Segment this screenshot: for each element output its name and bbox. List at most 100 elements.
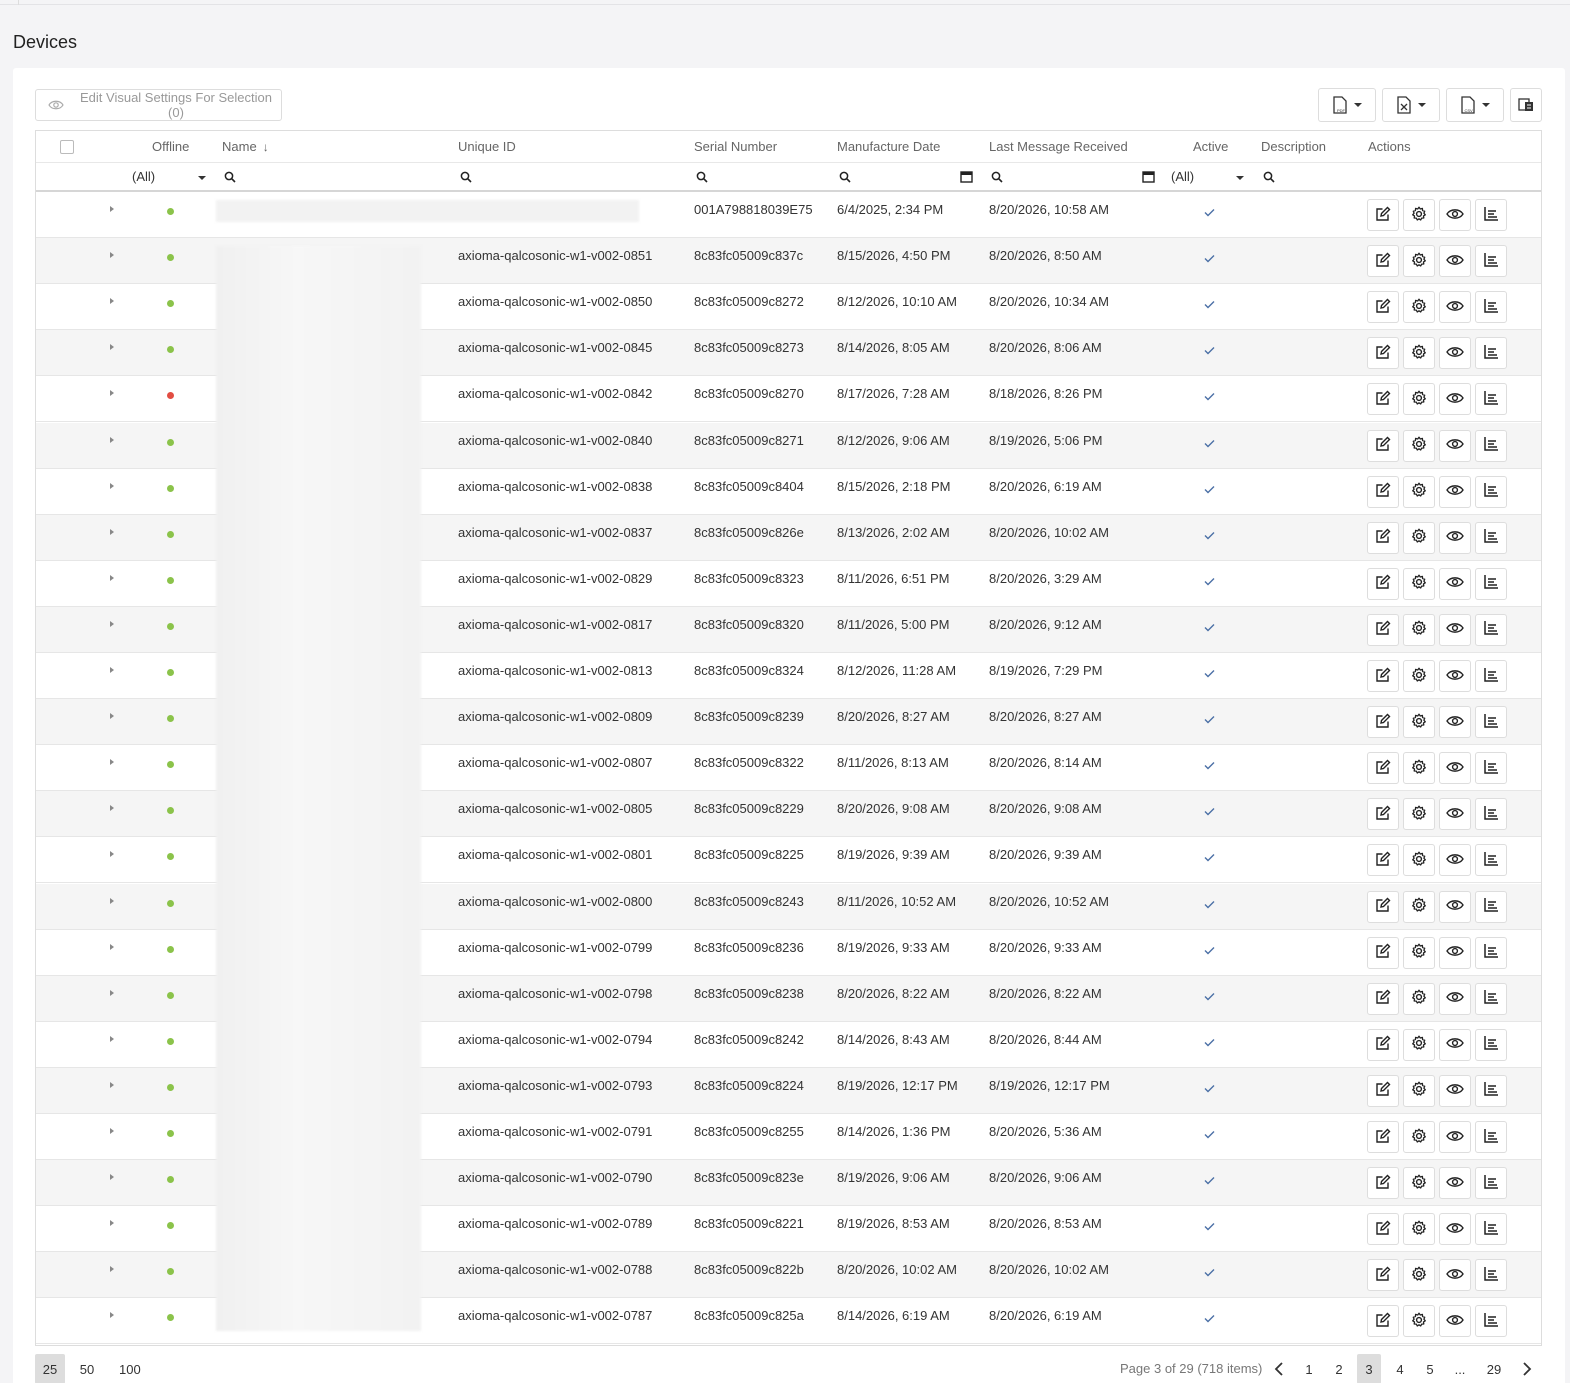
row-expand-toggle[interactable] <box>110 1160 114 1205</box>
chart-button[interactable] <box>1475 1121 1507 1153</box>
edit-button[interactable] <box>1367 613 1399 646</box>
chart-button[interactable] <box>1475 798 1507 831</box>
row-expand-toggle[interactable] <box>110 1068 114 1113</box>
page-size-100[interactable]: 100 <box>113 1354 147 1383</box>
view-button[interactable] <box>1439 475 1471 508</box>
settings-button[interactable] <box>1403 798 1435 831</box>
view-button[interactable] <box>1439 567 1471 600</box>
view-button[interactable] <box>1439 936 1471 969</box>
column-header-last-message[interactable]: Last Message Received <box>989 131 1128 162</box>
export-pdf-button[interactable]: PDF <box>1318 88 1376 122</box>
settings-button[interactable] <box>1403 1028 1435 1061</box>
chart-button[interactable] <box>1475 521 1507 554</box>
row-expand-toggle[interactable] <box>110 884 114 929</box>
view-button[interactable] <box>1439 706 1471 739</box>
manufacture-date-filter-search[interactable] <box>839 163 851 190</box>
chart-button[interactable] <box>1475 245 1507 278</box>
edit-button[interactable] <box>1367 936 1399 969</box>
column-header-description[interactable]: Description <box>1261 131 1326 162</box>
settings-button[interactable] <box>1403 567 1435 600</box>
row-expand-toggle[interactable] <box>110 1252 114 1297</box>
column-header-unique-id[interactable]: Unique ID <box>458 131 516 162</box>
edit-button[interactable] <box>1367 1121 1399 1153</box>
description-filter-search[interactable] <box>1263 163 1275 190</box>
settings-button[interactable] <box>1403 245 1435 278</box>
column-header-offline[interactable]: Offline <box>152 131 189 162</box>
view-button[interactable] <box>1439 1028 1471 1061</box>
chart-button[interactable] <box>1475 982 1507 1015</box>
column-header-active[interactable]: Active <box>1193 131 1228 162</box>
last-message-filter-search[interactable] <box>991 163 1003 190</box>
row-expand-toggle[interactable] <box>110 653 114 698</box>
settings-button[interactable] <box>1403 1167 1435 1200</box>
settings-button[interactable] <box>1403 199 1435 231</box>
row-expand-toggle[interactable] <box>110 330 114 375</box>
chart-button[interactable] <box>1475 567 1507 600</box>
chart-button[interactable] <box>1475 337 1507 370</box>
edit-button[interactable] <box>1367 798 1399 831</box>
chart-button[interactable] <box>1475 199 1507 231</box>
view-button[interactable] <box>1439 1121 1471 1153</box>
edit-button[interactable] <box>1367 890 1399 923</box>
row-expand-toggle[interactable] <box>110 1022 114 1067</box>
row-expand-toggle[interactable] <box>110 699 114 744</box>
edit-button[interactable] <box>1367 1074 1399 1107</box>
row-expand-toggle[interactable] <box>110 238 114 283</box>
view-button[interactable] <box>1439 1167 1471 1200</box>
settings-button[interactable] <box>1403 936 1435 969</box>
edit-button[interactable] <box>1367 521 1399 554</box>
chart-button[interactable] <box>1475 936 1507 969</box>
edit-button[interactable] <box>1367 383 1399 416</box>
export-csv-button[interactable]: CSV <box>1446 88 1504 122</box>
row-expand-toggle[interactable] <box>110 284 114 329</box>
row-expand-toggle[interactable] <box>110 192 114 237</box>
row-expand-toggle[interactable] <box>110 607 114 652</box>
page-size-50[interactable]: 50 <box>72 1354 102 1383</box>
row-expand-toggle[interactable] <box>110 1298 114 1343</box>
active-filter-select[interactable]: (All) <box>1171 163 1247 190</box>
edit-button[interactable] <box>1367 982 1399 1015</box>
column-chooser-button[interactable] <box>1510 88 1542 122</box>
view-button[interactable] <box>1439 291 1471 324</box>
view-button[interactable] <box>1439 1074 1471 1107</box>
edit-button[interactable] <box>1367 199 1399 231</box>
settings-button[interactable] <box>1403 1121 1435 1153</box>
row-expand-toggle[interactable] <box>110 791 114 836</box>
edit-button[interactable] <box>1367 337 1399 370</box>
chart-button[interactable] <box>1475 1213 1507 1246</box>
view-button[interactable] <box>1439 890 1471 923</box>
chart-button[interactable] <box>1475 1259 1507 1292</box>
edit-button[interactable] <box>1367 752 1399 785</box>
settings-button[interactable] <box>1403 475 1435 508</box>
settings-button[interactable] <box>1403 706 1435 739</box>
page-button-1[interactable]: 1 <box>1297 1354 1321 1383</box>
view-button[interactable] <box>1439 752 1471 785</box>
row-expand-toggle[interactable] <box>110 976 114 1021</box>
settings-button[interactable] <box>1403 1074 1435 1107</box>
chart-button[interactable] <box>1475 844 1507 877</box>
chart-button[interactable] <box>1475 429 1507 462</box>
edit-button[interactable] <box>1367 475 1399 508</box>
column-header-manufacture-date[interactable]: Manufacture Date <box>837 131 940 162</box>
view-button[interactable] <box>1439 982 1471 1015</box>
page-button-2[interactable]: 2 <box>1327 1354 1351 1383</box>
view-button[interactable] <box>1439 613 1471 646</box>
settings-button[interactable] <box>1403 982 1435 1015</box>
row-expand-toggle[interactable] <box>110 423 114 468</box>
chart-button[interactable] <box>1475 475 1507 508</box>
settings-button[interactable] <box>1403 1305 1435 1338</box>
serial-filter-search[interactable] <box>696 163 708 190</box>
row-expand-toggle[interactable] <box>110 376 114 421</box>
chart-button[interactable] <box>1475 752 1507 785</box>
edit-button[interactable] <box>1367 1167 1399 1200</box>
chart-button[interactable] <box>1475 383 1507 416</box>
edit-button[interactable] <box>1367 1305 1399 1338</box>
row-expand-toggle[interactable] <box>110 930 114 975</box>
view-button[interactable] <box>1439 383 1471 416</box>
settings-button[interactable] <box>1403 890 1435 923</box>
chart-button[interactable] <box>1475 1028 1507 1061</box>
view-button[interactable] <box>1439 429 1471 462</box>
edit-button[interactable] <box>1367 1259 1399 1292</box>
edit-button[interactable] <box>1367 245 1399 278</box>
edit-button[interactable] <box>1367 660 1399 692</box>
